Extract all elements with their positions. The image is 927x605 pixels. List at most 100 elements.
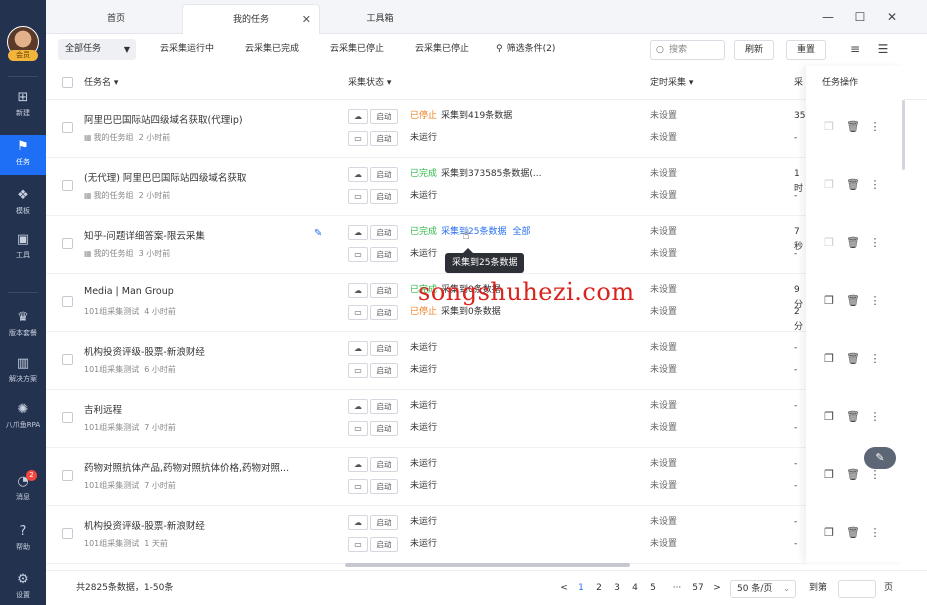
page-ellipsis[interactable]: ··· xyxy=(667,571,687,605)
copy-icon[interactable]: ❐ xyxy=(822,352,836,365)
nav-tools[interactable]: ▣ 工具 xyxy=(0,228,46,268)
magic-wand-button[interactable]: ✎ xyxy=(864,447,896,469)
delete-icon[interactable]: 🗑 xyxy=(846,352,860,365)
local-start-button[interactable]: 启动 xyxy=(370,479,398,494)
table-row[interactable]: (无代理) 阿里巴巴国际站四级域名获取 ▦ 我的任务组 2 小时前 ☁ 启动 已完成 采集到3… xyxy=(46,158,806,216)
table-row[interactable]: 吉利远程 101组采集测试 7 小时前 ☁ 启动 未运行 ▭ 启动 未运行 未设置 未设置 - - xyxy=(46,390,806,448)
filter-cloud-done[interactable]: 云采集已完成 xyxy=(245,39,299,60)
nav-plans[interactable]: ♛ 版本套餐 xyxy=(0,306,46,346)
cloud-start-button[interactable]: 启动 xyxy=(370,283,398,298)
delete-icon[interactable]: 🗑 xyxy=(846,236,860,249)
more-icon[interactable]: ⋮ xyxy=(868,294,882,307)
row-checkbox[interactable] xyxy=(62,528,73,539)
copy-icon[interactable]: ❐ xyxy=(822,294,836,307)
maximize-icon[interactable]: ☐ xyxy=(851,8,869,26)
tab-toolbox[interactable]: 工具箱 xyxy=(320,4,440,34)
search-input[interactable]: ○ 搜索 xyxy=(650,40,725,60)
local-start-button[interactable]: 启动 xyxy=(370,189,398,204)
more-icon[interactable]: ⋮ xyxy=(868,468,882,481)
task-name[interactable]: Media | Man Group xyxy=(84,286,314,297)
local-start-button[interactable]: 启动 xyxy=(370,421,398,436)
nav-rpa[interactable]: ✺ 八爪鱼RPA xyxy=(0,398,46,438)
horizontal-scrollbar[interactable] xyxy=(345,563,630,567)
table-row[interactable]: 药物对照抗体产品,药物对照抗体价格,药物对照... 101组采集测试 7 小时前 ☁ 启… xyxy=(46,448,806,506)
more-icon[interactable]: ⋮ xyxy=(868,526,882,539)
cloud-start-button[interactable]: 启动 xyxy=(370,515,398,530)
header-task-name[interactable]: 任务名 ▾ xyxy=(84,66,118,100)
tree-view-icon[interactable]: ☰ xyxy=(875,41,891,57)
delete-icon[interactable]: 🗑 xyxy=(846,294,860,307)
copy-icon[interactable]: ❐ xyxy=(822,236,836,249)
jump-page-input[interactable] xyxy=(838,580,876,598)
nav-help[interactable]: ? 帮助 xyxy=(0,520,46,560)
delete-icon[interactable]: 🗑 xyxy=(846,526,860,539)
next-page-button[interactable]: > xyxy=(710,571,724,605)
table-row[interactable]: 机构投资评级-股票-新浪财经 101组采集测试 6 小时前 ☁ 启动 未运行 ▭ 启动 未运行未… xyxy=(46,332,806,390)
nav-solutions[interactable]: ▥ 解决方案 xyxy=(0,352,46,392)
local-start-button[interactable]: 启动 xyxy=(370,305,398,320)
nav-new[interactable]: ⊞ 新建 xyxy=(0,86,46,126)
view-all-link[interactable]: 全部 xyxy=(512,227,530,237)
cloud-start-button[interactable]: 启动 xyxy=(370,341,398,356)
cloud-start-button[interactable]: 启动 xyxy=(370,399,398,414)
copy-icon[interactable]: ❐ xyxy=(822,410,836,423)
header-schedule[interactable]: 定时采集 ▾ xyxy=(650,66,693,100)
refresh-button[interactable]: 刷新 xyxy=(734,40,774,60)
nav-messages[interactable]: ◔ 消息 2 xyxy=(0,470,46,510)
more-icon[interactable]: ⋮ xyxy=(868,236,882,249)
row-checkbox[interactable] xyxy=(62,238,73,249)
nav-settings[interactable]: ⚙ 设置 xyxy=(0,568,46,605)
page-button[interactable]: 1 xyxy=(574,571,588,605)
delete-icon[interactable]: 🗑 xyxy=(846,410,860,423)
task-name[interactable]: 机构投资评级-股票-新浪财经 xyxy=(84,518,314,532)
task-name[interactable]: 药物对照抗体产品,药物对照抗体价格,药物对照... xyxy=(84,460,314,474)
close-window-icon[interactable]: ✕ xyxy=(883,8,901,26)
more-icon[interactable]: ⋮ xyxy=(868,120,882,133)
local-start-button[interactable]: 启动 xyxy=(370,131,398,146)
copy-icon[interactable]: ❐ xyxy=(822,526,836,539)
table-row[interactable]: 阿里巴巴国际站四级域名获取(代理ip) ▦ 我的任务组 2 小时前 ☁ 启动 已停止 采集到4… xyxy=(46,100,806,158)
local-start-button[interactable]: 启动 xyxy=(370,537,398,552)
tab-my-tasks[interactable]: 我的任务 ✕ xyxy=(182,4,320,34)
cloud-start-button[interactable]: 启动 xyxy=(370,109,398,124)
vertical-scrollbar[interactable] xyxy=(902,100,905,170)
minimize-icon[interactable]: — xyxy=(819,8,837,26)
task-name[interactable]: 吉利远程 xyxy=(84,402,314,416)
task-name[interactable]: (无代理) 阿里巴巴国际站四级域名获取 xyxy=(84,170,314,184)
list-view-icon[interactable]: ≡ xyxy=(847,41,863,57)
nav-tasks[interactable]: ⚑ 任务 xyxy=(0,135,46,175)
cloud-start-button[interactable]: 启动 xyxy=(370,457,398,472)
copy-icon[interactable]: ❐ xyxy=(822,468,836,481)
page-button[interactable]: 3 xyxy=(610,571,624,605)
page-size-select[interactable]: 50 条/页 ⌄ xyxy=(730,580,796,598)
cloud-start-button[interactable]: 启动 xyxy=(370,225,398,240)
copy-icon[interactable]: ❐ xyxy=(822,120,836,133)
prev-page-button[interactable]: < xyxy=(557,571,571,605)
row-checkbox[interactable] xyxy=(62,296,73,307)
header-status[interactable]: 采集状态 ▾ xyxy=(348,66,391,100)
task-name[interactable]: 机构投资评级-股票-新浪财经 xyxy=(84,344,314,358)
page-button[interactable]: 5 xyxy=(646,571,660,605)
more-icon[interactable]: ⋮ xyxy=(868,178,882,191)
row-checkbox[interactable] xyxy=(62,180,73,191)
more-icon[interactable]: ⋮ xyxy=(868,410,882,423)
cloud-start-button[interactable]: 启动 xyxy=(370,167,398,182)
local-start-button[interactable]: 启动 xyxy=(370,247,398,262)
filter-cloud-stopped-2[interactable]: 云采集已停止 xyxy=(415,39,469,60)
table-row[interactable]: 知乎-问题详细答案-限云采集 ▦ 我的任务组 3 小时前 ✎ ☁ 启动 已完成 采集到25条数据… xyxy=(46,216,806,274)
page-button[interactable]: 2 xyxy=(592,571,606,605)
delete-icon[interactable]: 🗑 xyxy=(846,178,860,191)
row-checkbox[interactable] xyxy=(62,412,73,423)
filter-cloud-running[interactable]: 云采集运行中 xyxy=(160,39,214,60)
delete-icon[interactable]: 🗑 xyxy=(846,468,860,481)
more-icon[interactable]: ⋮ xyxy=(868,352,882,365)
page-button[interactable]: 4 xyxy=(628,571,642,605)
close-icon[interactable]: ✕ xyxy=(302,5,311,35)
filter-cloud-stopped[interactable]: 云采集已停止 xyxy=(330,39,384,60)
row-checkbox[interactable] xyxy=(62,470,73,481)
page-button[interactable]: 57 xyxy=(691,571,705,605)
select-all-checkbox[interactable] xyxy=(62,77,73,88)
nav-templates[interactable]: ❖ 模板 xyxy=(0,184,46,224)
cloud-result-text[interactable]: 采集到25条数据 xyxy=(441,227,506,237)
local-start-button[interactable]: 启动 xyxy=(370,363,398,378)
